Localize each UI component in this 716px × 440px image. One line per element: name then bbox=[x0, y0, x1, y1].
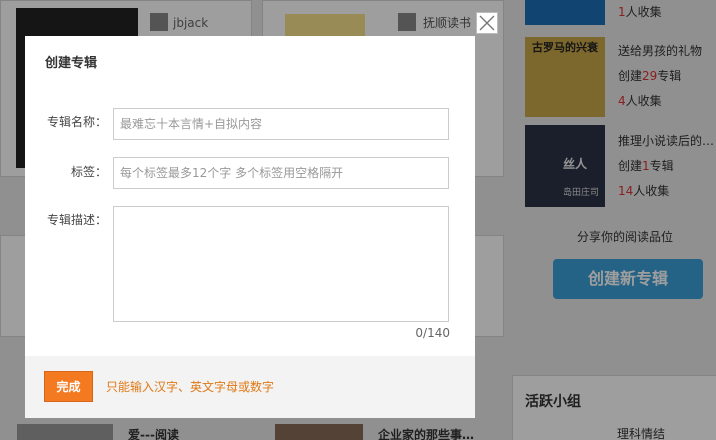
tag-label: 标签： bbox=[70, 165, 107, 179]
dialog-title: 创建专辑 bbox=[45, 56, 98, 71]
description-textarea[interactable] bbox=[113, 206, 449, 322]
close-icon bbox=[479, 15, 495, 31]
album-name-input[interactable]: 最难忘十本言情+自拟内容 bbox=[113, 108, 449, 140]
input-hint: 只能输入汉字、英文字母或数字 bbox=[106, 380, 275, 394]
close-button[interactable] bbox=[476, 12, 498, 34]
create-album-dialog: 创建专辑 专辑名称： 最难忘十本言情+自拟内容 标签： 每个标签最多12个字 多… bbox=[25, 36, 475, 418]
description-label: 专辑描述： bbox=[46, 213, 107, 227]
dialog-footer: 完成 只能输入汉字、英文字母或数字 bbox=[25, 356, 475, 418]
album-name-label: 专辑名称： bbox=[46, 115, 107, 129]
submit-button[interactable]: 完成 bbox=[44, 371, 93, 402]
tag-input[interactable]: 每个标签最多12个字 多个标签用空格隔开 bbox=[113, 157, 449, 189]
char-counter: 0/140 bbox=[415, 326, 450, 340]
